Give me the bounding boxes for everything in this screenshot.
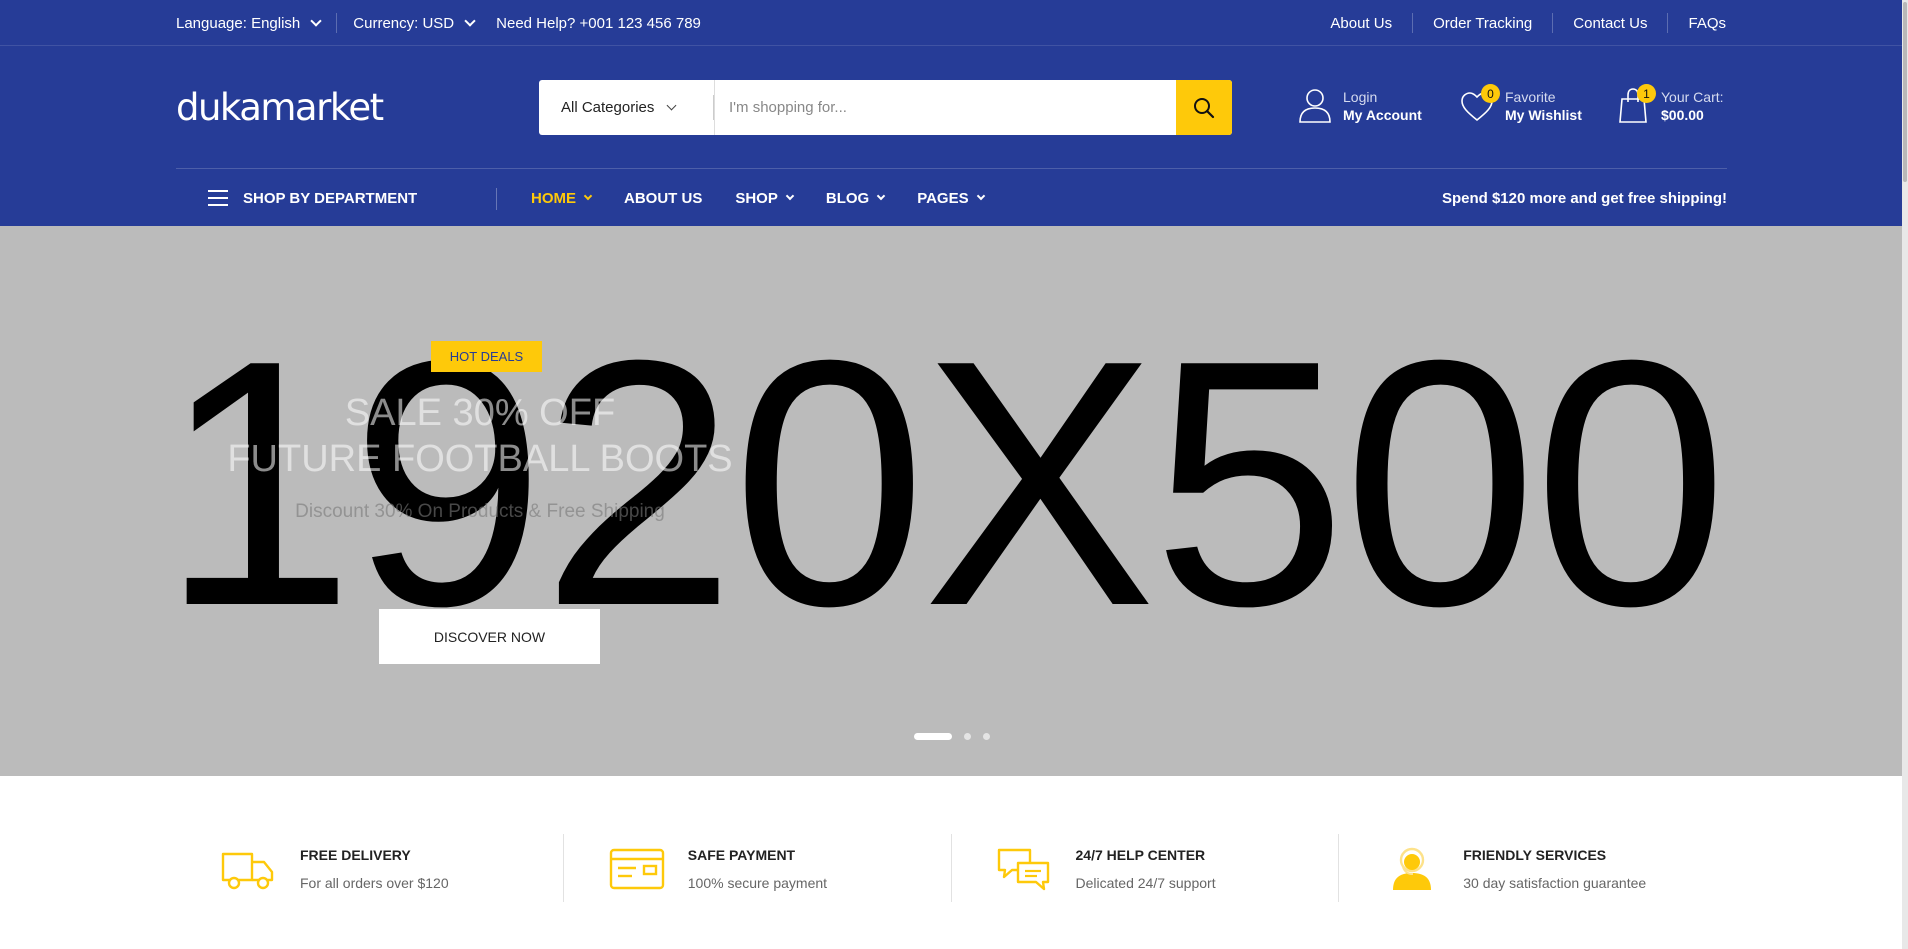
- hamburger-menu-icon: [208, 190, 228, 206]
- chevron-down-icon: [666, 100, 677, 111]
- divider: [1667, 13, 1669, 33]
- nav-item-home[interactable]: HOME: [531, 189, 593, 207]
- top-bar: Language: English Currency: USD Need Hel…: [0, 0, 1902, 46]
- chevron-down-icon: [583, 191, 593, 201]
- chevron-down-icon: [785, 191, 795, 201]
- hero-title-line1: SALE 30% OFF: [344, 392, 616, 434]
- divider: [1412, 13, 1414, 33]
- feature-description: 100% secure payment: [687, 875, 828, 891]
- nav-menu: HOME ABOUT US SHOP BLOG PAGES: [531, 169, 1017, 227]
- slider-dot-2[interactable]: [964, 733, 971, 740]
- delivery-truck-icon: [221, 852, 274, 890]
- hot-deals-badge: HOT DEALS: [431, 341, 542, 372]
- hero-placeholder-text: 1920X500: [160, 288, 1728, 679]
- slider-dot-3[interactable]: [983, 733, 990, 740]
- link-faqs[interactable]: FAQs: [1688, 15, 1726, 32]
- top-bar-left: Language: English Currency: USD Need Hel…: [176, 0, 701, 46]
- credit-card-icon: [609, 848, 664, 890]
- divider: [336, 13, 338, 33]
- category-select[interactable]: All Categories: [539, 80, 715, 135]
- chat-bubbles-icon: [997, 848, 1049, 891]
- user-icon: [1297, 86, 1333, 126]
- wishlist-link[interactable]: 0 Favorite My Wishlist: [1459, 84, 1582, 126]
- feature-description: 30 day satisfaction guarantee: [1463, 875, 1647, 891]
- nav-item-label: SHOP: [735, 189, 778, 207]
- search-button[interactable]: [1176, 80, 1232, 135]
- site-header: Language: English Currency: USD Need Hel…: [0, 0, 1902, 226]
- discover-now-button[interactable]: DISCOVER NOW: [379, 609, 600, 664]
- wishlist-line1: Favorite: [1505, 89, 1556, 105]
- chevron-down-icon: [464, 15, 476, 27]
- account-line2: My Account: [1343, 107, 1422, 123]
- nav-item-label: ABOUT US: [624, 189, 703, 207]
- feature-description: Delicated 24/7 support: [1075, 875, 1216, 891]
- feature-title: FREE DELIVERY: [300, 847, 411, 863]
- feature-friendly-services: FRIENDLY SERVICES 30 day satisfaction gu…: [1339, 834, 1727, 904]
- main-header-bar: dukamarket All Categories I'm shopping f…: [0, 46, 1902, 168]
- feature-title: FRIENDLY SERVICES: [1463, 847, 1607, 863]
- search-icon: [1194, 97, 1215, 118]
- language-label: Language: English: [176, 14, 301, 32]
- nav-item-label: PAGES: [917, 189, 969, 207]
- chevron-down-icon: [976, 191, 985, 201]
- page: Language: English Currency: USD Need Hel…: [0, 0, 1908, 949]
- hero-slider: 1920X500 HOT DEALS SALE 30% OFF FUTURE F…: [0, 226, 1902, 776]
- cart-link[interactable]: 1 Your Cart: $00.00: [1617, 84, 1724, 126]
- category-select-label: All Categories: [561, 99, 655, 116]
- chevron-down-icon: [310, 15, 322, 27]
- free-shipping-promo: Spend $120 more and get free shipping!: [1441, 189, 1727, 207]
- page-scrollbar[interactable]: [1902, 0, 1908, 949]
- heart-icon: 0: [1459, 84, 1500, 126]
- wishlist-count-badge: 0: [1481, 84, 1500, 103]
- nav-item-pages[interactable]: PAGES: [917, 189, 985, 207]
- feature-help-center: 24/7 HELP CENTER Delicated 24/7 support: [952, 834, 1340, 904]
- help-phone: Need Help? +001 123 456 789: [496, 14, 701, 32]
- slider-pagination: [914, 733, 990, 740]
- hero-title-line2: FUTURE FOOTBALL BOOTS: [227, 438, 733, 480]
- main-nav: SHOP BY DEPARTMENT HOME ABOUT US SHOP BL…: [176, 168, 1727, 226]
- top-bar-links: About Us Order Tracking Contact Us FAQs: [1330, 0, 1726, 46]
- language-selector[interactable]: Language: English: [176, 14, 322, 32]
- department-label: SHOP BY DEPARTMENT: [243, 189, 418, 207]
- feature-description: For all orders over $120: [300, 875, 449, 891]
- site-logo[interactable]: dukamarket: [176, 86, 384, 129]
- divider: [713, 95, 714, 120]
- nav-item-blog[interactable]: BLOG: [825, 189, 886, 207]
- cart-total: $00.00: [1661, 107, 1704, 123]
- link-about-us[interactable]: About Us: [1330, 15, 1392, 32]
- cart-count-badge: 1: [1637, 84, 1656, 103]
- cart-line1: Your Cart:: [1661, 89, 1724, 105]
- features-row: FREE DELIVERY For all orders over $120 S…: [176, 834, 1727, 904]
- shop-by-department-button[interactable]: SHOP BY DEPARTMENT: [208, 169, 417, 227]
- currency-selector[interactable]: Currency: USD: [353, 14, 476, 32]
- currency-label: Currency: USD: [353, 14, 455, 32]
- shopping-bag-icon: 1: [1617, 84, 1656, 126]
- link-order-tracking[interactable]: Order Tracking: [1433, 15, 1532, 32]
- feature-title: 24/7 HELP CENTER: [1075, 847, 1206, 863]
- wishlist-line2: My Wishlist: [1505, 107, 1582, 123]
- divider: [1552, 13, 1554, 33]
- hero-title: SALE 30% OFF FUTURE FOOTBALL BOOTS: [200, 390, 760, 482]
- account-line1: Login: [1343, 89, 1378, 105]
- nav-item-label: HOME: [531, 189, 576, 207]
- search-input[interactable]: [715, 80, 1176, 135]
- chevron-down-icon: [876, 191, 886, 201]
- search-bar: All Categories: [539, 80, 1232, 135]
- slider-dot-1[interactable]: [914, 733, 952, 740]
- divider: [496, 188, 497, 210]
- feature-free-delivery: FREE DELIVERY For all orders over $120: [176, 834, 564, 904]
- support-agent-icon: [1393, 847, 1432, 890]
- nav-item-label: BLOG: [825, 189, 870, 207]
- feature-safe-payment: SAFE PAYMENT 100% secure payment: [564, 834, 952, 904]
- nav-item-shop[interactable]: SHOP: [735, 189, 795, 207]
- account-link[interactable]: Login My Account: [1297, 86, 1422, 126]
- hero-subtitle: Discount 30% On Products & Free Shipping: [295, 501, 665, 522]
- scrollbar-thumb[interactable]: [1903, 2, 1907, 182]
- link-contact-us[interactable]: Contact Us: [1573, 15, 1647, 32]
- nav-item-about-us[interactable]: ABOUT US: [624, 190, 702, 207]
- feature-title: SAFE PAYMENT: [687, 847, 796, 863]
